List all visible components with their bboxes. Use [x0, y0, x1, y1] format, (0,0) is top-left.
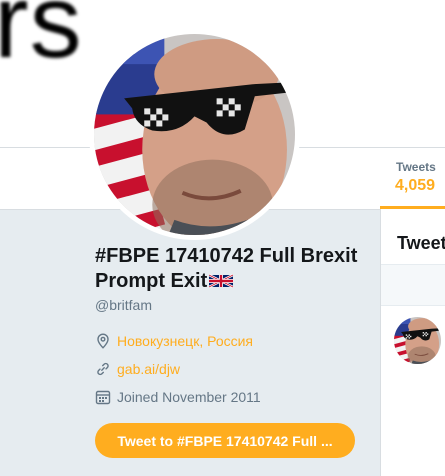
profile-avatar[interactable]	[89, 29, 300, 240]
profile-card: #FBPE 17410742 Full Brexit Prompt Exit @…	[95, 244, 375, 313]
profile-location-row: Новокузнецк, Россия	[95, 331, 253, 351]
location-pin-icon	[97, 333, 109, 349]
profile-display-name[interactable]: #FBPE 17410742 Full Brexit Prompt Exit	[95, 244, 375, 294]
tweet-author-avatar[interactable]	[394, 317, 441, 364]
profile-handle[interactable]: @britfam	[95, 297, 375, 313]
nav-tweets-count: 4,059	[395, 177, 436, 194]
timeline-column: Tweets	[380, 209, 445, 476]
link-icon	[97, 362, 109, 376]
background-heading-text: rs	[0, 0, 83, 80]
calendar-icon	[95, 390, 111, 405]
profile-url-link[interactable]: gab.ai/djw	[117, 361, 180, 377]
nav-tweets-label: Tweets	[396, 160, 436, 174]
nav-tab-tweets[interactable]: Tweets 4,059	[380, 148, 445, 209]
profile-joined-date: Joined November 2011	[117, 389, 261, 405]
uk-flag-icon	[209, 273, 234, 289]
timeline-tabs-strip	[381, 264, 445, 306]
profile-location[interactable]: Новокузнецк, Россия	[117, 333, 253, 349]
tweet-to-user-button[interactable]: Tweet to #FBPE 17410742 Full ...	[95, 423, 355, 458]
timeline-title: Tweets	[397, 233, 445, 253]
profile-joined-row: Joined November 2011	[95, 387, 261, 407]
profile-url-row: gab.ai/djw	[95, 359, 180, 379]
